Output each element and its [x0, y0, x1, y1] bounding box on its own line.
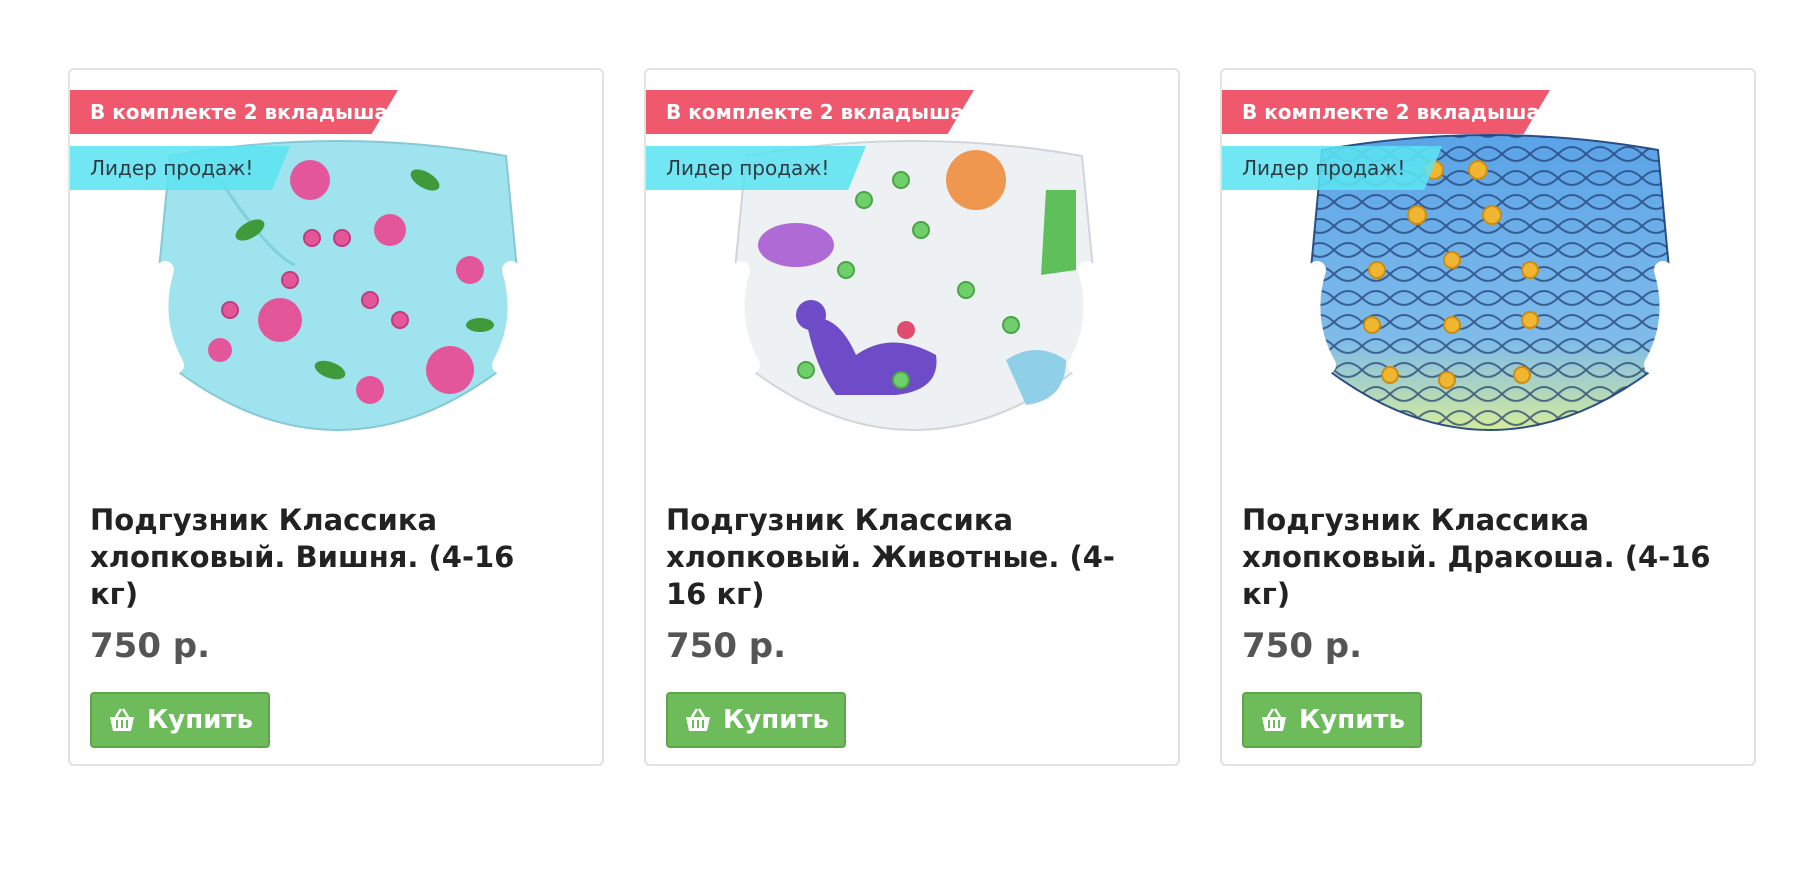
product-card[interactable]: В комплекте 2 вкладыша Лидер продаж! Под… — [644, 68, 1180, 766]
product-price: 750 р. — [666, 626, 787, 666]
buy-button[interactable]: Купить — [90, 692, 270, 748]
basket-icon — [683, 707, 713, 733]
bestseller-badge: Лидер продаж! — [646, 146, 866, 190]
product-card[interactable]: В комплекте 2 вкладыша Лидер продаж! Под… — [68, 68, 604, 766]
bestseller-badge: Лидер продаж! — [70, 146, 290, 190]
inserts-badge: В комплекте 2 вкладыша — [646, 90, 974, 134]
product-title[interactable]: Подгузник Классика хлопковый. Дракоша. (… — [1242, 502, 1722, 613]
product-grid: В комплекте 2 вкладыша Лидер продаж! Под… — [68, 68, 1756, 766]
basket-icon — [107, 707, 137, 733]
product-image[interactable] — [1222, 70, 1754, 500]
buy-button[interactable]: Купить — [666, 692, 846, 748]
buy-button-label: Купить — [723, 705, 829, 735]
buy-button-label: Купить — [147, 705, 253, 735]
inserts-badge: В комплекте 2 вкладыша — [1222, 90, 1550, 134]
buy-button[interactable]: Купить — [1242, 692, 1422, 748]
buy-button-label: Купить — [1299, 705, 1405, 735]
basket-icon — [1259, 707, 1289, 733]
product-title[interactable]: Подгузник Классика хлопковый. Вишня. (4-… — [90, 502, 570, 613]
product-image[interactable] — [646, 70, 1178, 500]
product-price: 750 р. — [1242, 626, 1363, 666]
product-image[interactable] — [70, 70, 602, 500]
product-price: 750 р. — [90, 626, 211, 666]
inserts-badge: В комплекте 2 вкладыша — [70, 90, 398, 134]
product-title[interactable]: Подгузник Классика хлопковый. Животные. … — [666, 502, 1146, 613]
product-card[interactable]: В комплекте 2 вкладыша Лидер продаж! Под… — [1220, 68, 1756, 766]
bestseller-badge: Лидер продаж! — [1222, 146, 1442, 190]
